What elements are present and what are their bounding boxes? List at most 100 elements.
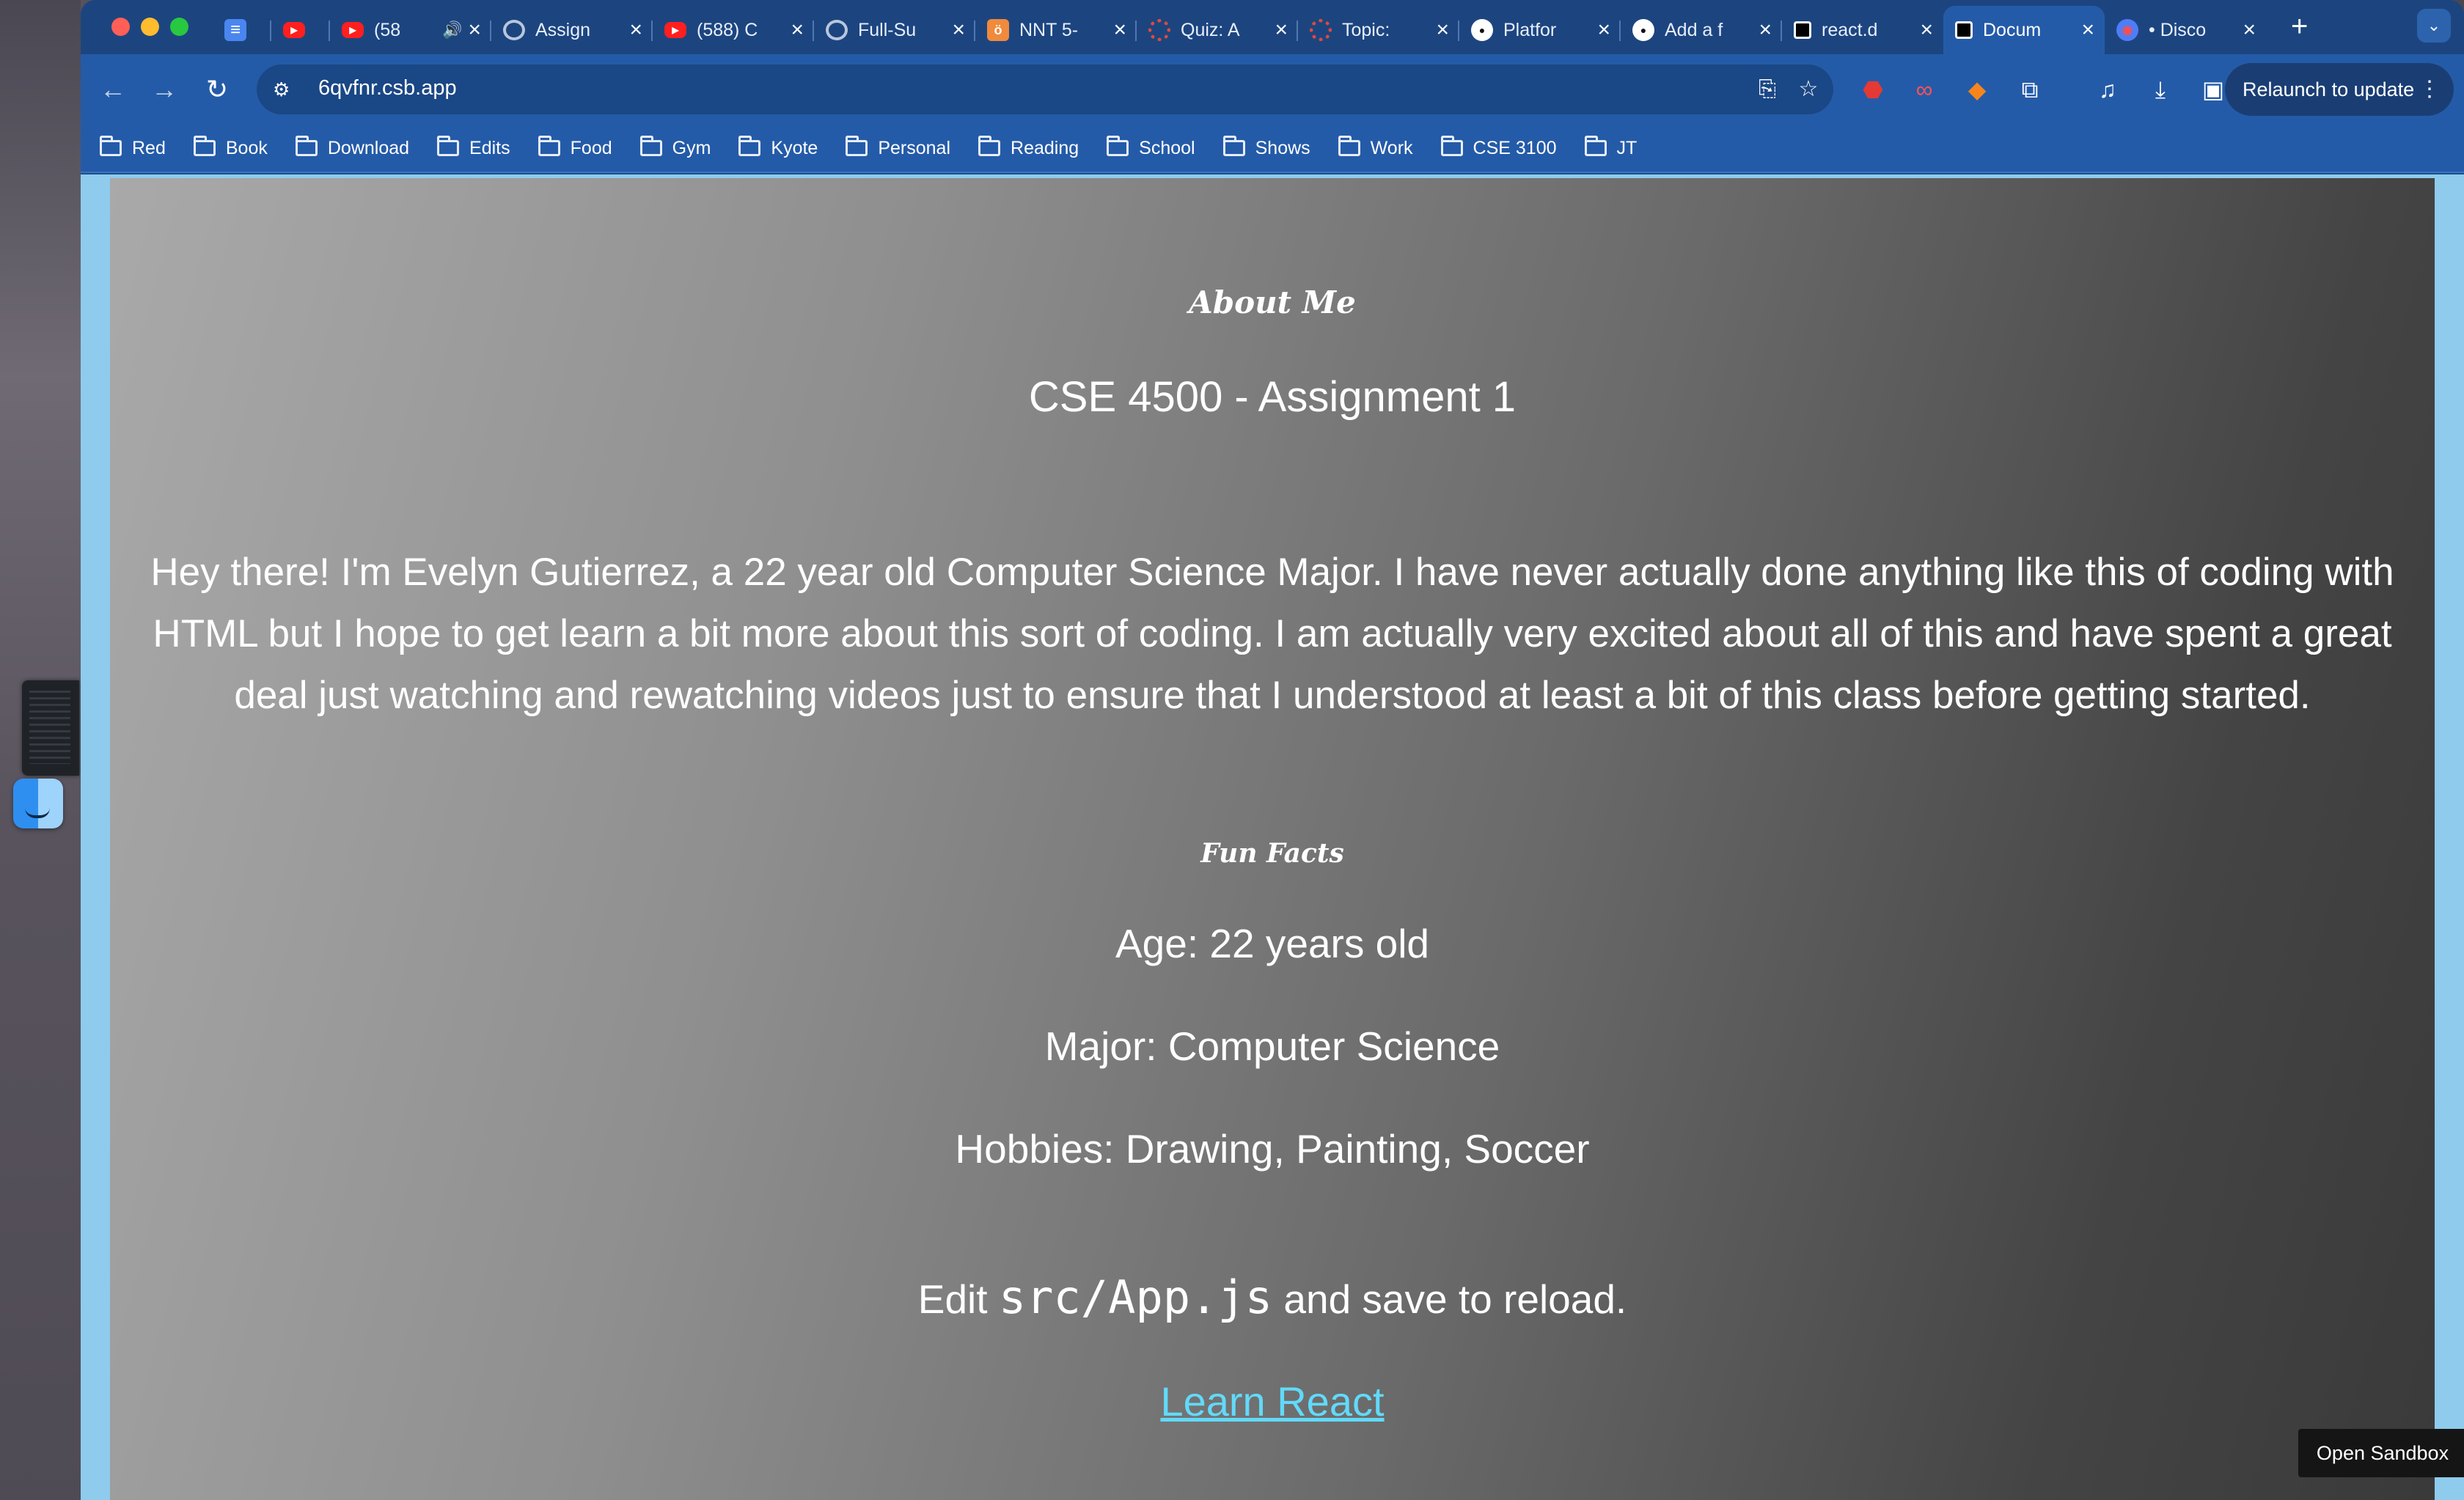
tab-docs[interactable] (213, 9, 271, 51)
bookmark-folder[interactable]: Edits (437, 136, 510, 159)
close-tab-icon[interactable]: × (629, 19, 642, 41)
tab-youtube-audio[interactable]: (58 🔊 × (330, 9, 491, 51)
tab-document-active[interactable]: Docum × (1943, 6, 2105, 54)
bookmark-label: Kyote (771, 137, 818, 158)
extensions-puzzle-icon[interactable]: ⧉ (2012, 72, 2047, 107)
zoom-window-button[interactable] (170, 18, 188, 36)
close-tab-icon[interactable]: × (952, 19, 965, 41)
close-tab-icon[interactable]: × (2243, 19, 2256, 41)
reload-icon[interactable]: ↻ (197, 69, 238, 110)
folder-icon (639, 136, 662, 156)
folder-icon (1107, 136, 1129, 156)
forward-arrow-icon[interactable]: → (144, 69, 185, 110)
url-text[interactable]: 6qvfnr.csb.app (318, 76, 457, 100)
bookmark-folder[interactable]: Red (100, 136, 166, 159)
close-tab-icon[interactable]: × (2081, 19, 2094, 41)
youtube-icon (283, 22, 305, 38)
bookmark-folder[interactable]: Shows (1222, 136, 1310, 159)
menu-kebab-icon[interactable]: ⋮ (2419, 63, 2441, 116)
folder-icon (1338, 136, 1360, 156)
download-icon[interactable]: ⤓ (2143, 72, 2178, 107)
bookmark-label: Reading (1011, 137, 1079, 158)
tab-nnt[interactable]: NNT 5- × (975, 9, 1137, 51)
tab-assign[interactable]: Assign × (491, 9, 653, 51)
folder-icon (295, 136, 318, 156)
close-tab-icon[interactable]: × (468, 19, 481, 41)
new-tab-button[interactable]: + (2291, 9, 2308, 44)
install-app-icon[interactable]: ⎘ (1753, 75, 1782, 104)
tab-youtube-588[interactable]: (588) C × (653, 9, 814, 51)
finder-icon[interactable] (13, 779, 63, 828)
bookmark-star-icon[interactable]: ☆ (1794, 75, 1823, 104)
close-window-button[interactable] (111, 18, 130, 36)
fact-age: Age: 22 years old (1115, 921, 1430, 966)
canvas-icon (1310, 19, 1332, 41)
infinity-extension-icon[interactable]: ∞ (1907, 72, 1942, 107)
bookmark-label: Download (327, 137, 410, 158)
bookmark-folder[interactable]: Book (193, 136, 268, 159)
tab-strip: (58 🔊 × Assign × (588) C × Full-Su × (81, 0, 2464, 54)
site-settings-icon[interactable]: ⚙ (273, 78, 296, 101)
folder-icon (538, 136, 560, 156)
tab-title: Assign (535, 19, 591, 40)
bookmark-folder[interactable]: Personal (846, 136, 951, 159)
bookmark-label: Edits (469, 137, 510, 158)
relaunch-label: Relaunch to update (2243, 78, 2415, 100)
bookmark-folder[interactable]: Food (538, 136, 612, 159)
loading-ring-icon (826, 20, 848, 40)
tab-full-su[interactable]: Full-Su × (814, 9, 975, 51)
close-tab-icon[interactable]: × (1436, 19, 1449, 41)
open-sandbox-button[interactable]: Open Sandbox (2298, 1429, 2464, 1477)
bookmark-folder[interactable]: CSE 3100 (1440, 136, 1557, 159)
speaker-icon[interactable]: 🔊 (442, 21, 462, 40)
loading-ring-icon (503, 20, 525, 40)
bookmark-folder[interactable]: JT (1584, 136, 1637, 159)
close-tab-icon[interactable]: × (1113, 19, 1126, 41)
tab-github-platform[interactable]: Platfor × (1459, 9, 1621, 51)
tab-quiz[interactable]: Quiz: A × (1137, 9, 1298, 51)
tab-youtube-pinned[interactable] (271, 9, 330, 51)
bookmark-folder[interactable]: School (1107, 136, 1195, 159)
about-me-heading: About Me (1189, 284, 1356, 320)
address-bar[interactable]: ⚙ 6qvfnr.csb.app ⎘ ☆ (257, 65, 1833, 114)
browser-toolbar: ← → ↻ ⚙ 6qvfnr.csb.app ⎘ ☆ ⬣ ∞ ◆ ⧉ ♫ ⤓ ▣… (81, 54, 2464, 125)
bookmark-folder[interactable]: Kyote (738, 136, 818, 159)
tab-title: Docum (1983, 19, 2042, 40)
media-controls-icon[interactable]: ♫ (2090, 72, 2125, 107)
bookmark-label: Food (570, 137, 612, 158)
folder-icon (1584, 136, 1607, 156)
tab-topic[interactable]: Topic: × (1298, 9, 1459, 51)
tab-github-add[interactable]: Add a f × (1621, 9, 1782, 51)
adblock-extension-icon[interactable]: ⬣ (1855, 72, 1891, 107)
relaunch-to-update-button[interactable]: Relaunch to update ⋮ (2225, 63, 2454, 116)
bookmark-label: Personal (878, 137, 951, 158)
canvas-icon (1148, 19, 1170, 41)
youtube-icon (664, 22, 686, 38)
back-arrow-icon[interactable]: ← (92, 69, 133, 110)
close-tab-icon[interactable]: × (1597, 19, 1610, 41)
folder-icon (193, 136, 216, 156)
folder-icon (1222, 136, 1245, 156)
close-tab-icon[interactable]: × (1275, 19, 1288, 41)
bookmark-folder[interactable]: Reading (978, 136, 1079, 159)
tab-search-chevron-icon[interactable]: ⌄ (2417, 9, 2451, 43)
bookmark-folder[interactable]: Work (1338, 136, 1413, 159)
minimize-window-button[interactable] (141, 18, 159, 36)
close-tab-icon[interactable]: × (1920, 19, 1933, 41)
bookmark-label: Book (225, 137, 268, 158)
bookmark-label: Shows (1255, 137, 1310, 158)
folder-icon (738, 136, 761, 156)
app-container: About Me CSE 4500 - Assignment 1 Hey the… (110, 178, 2464, 1500)
close-tab-icon[interactable]: × (791, 19, 804, 41)
tab-discord[interactable]: • Disco × (2105, 9, 2266, 51)
bookmark-folder[interactable]: Download (295, 136, 410, 159)
metamask-extension-icon[interactable]: ◆ (1959, 72, 1995, 107)
close-tab-icon[interactable]: × (1759, 19, 1772, 41)
window-thumbnail[interactable] (22, 680, 79, 776)
bookmark-folder[interactable]: Gym (639, 136, 711, 159)
tab-react[interactable]: react.d × (1782, 9, 1943, 51)
learn-react-link[interactable]: Learn React (110, 1378, 2435, 1425)
folder-icon (437, 136, 460, 156)
tab-title: NNT 5- (1019, 19, 1079, 40)
edit-suffix: and save to reload. (1272, 1276, 1627, 1322)
